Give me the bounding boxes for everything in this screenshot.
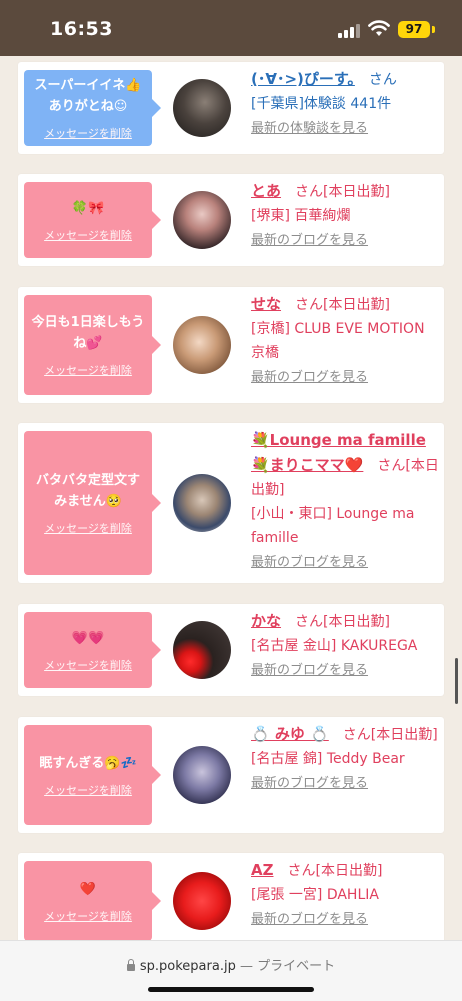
latest-post-link[interactable]: 最新のブログを見る bbox=[251, 776, 368, 791]
profile-info: とあ さん[本日出勤] [堺東] 百華絢爛 最新のブログを見る bbox=[251, 179, 439, 253]
message-card: 🍀🎀 メッセージを削除 とあ さん[本日出勤] [堺東] 百華絢爛 最新のブログ… bbox=[18, 174, 444, 266]
message-card: スーパーイイネ👍ありがとね☺ メッセージを削除 (･∀･>)ぴーす。 さん [千… bbox=[18, 62, 444, 154]
cellular-signal-icon bbox=[338, 22, 362, 38]
status-bar: 16:53 97 bbox=[0, 0, 462, 56]
profile-name-link[interactable]: AZ bbox=[251, 861, 274, 879]
home-indicator[interactable] bbox=[148, 987, 314, 992]
private-mode-label: プライベート bbox=[257, 959, 336, 974]
battery-cap bbox=[432, 26, 435, 33]
bubble-message-text: 今日も1日楽しもうね💕 bbox=[31, 315, 145, 351]
scroll-indicator[interactable] bbox=[455, 658, 458, 704]
browser-address-bar[interactable]: sp.pokepara.jp — プライベート bbox=[0, 940, 462, 1001]
profile-status-text: さん[本日出勤] bbox=[328, 727, 438, 743]
delete-message-link[interactable]: メッセージを削除 bbox=[44, 362, 132, 378]
profile-info: AZ さん[本日出勤] [尾張 一宮] DAHLIA 最新のブログを見る bbox=[251, 858, 439, 932]
battery-indicator: 97 bbox=[398, 21, 430, 38]
message-bubble: ❤️ メッセージを削除 bbox=[24, 861, 161, 940]
profile-info: (･∀･>)ぴーす。 さん [千葉県]体験談 441件 最新の体験談を見る bbox=[251, 67, 439, 141]
profile-info: 💐Lounge ma famille💐まりこママ❤️ さん[本日出勤] [小山・… bbox=[251, 428, 439, 575]
delete-message-link[interactable]: メッセージを削除 bbox=[44, 908, 132, 924]
profile-status-text: さん[本日出勤] bbox=[281, 297, 390, 313]
delete-message-link[interactable]: メッセージを削除 bbox=[44, 520, 132, 536]
latest-post-link[interactable]: 最新のブログを見る bbox=[251, 912, 368, 927]
profile-status-text: さん[本日出勤] bbox=[281, 184, 390, 200]
profile-name-link[interactable]: (･∀･>)ぴーす。 bbox=[251, 70, 355, 88]
profile-name-link[interactable]: 💍 みゆ 💍 bbox=[251, 725, 329, 743]
shop-info[interactable]: [名古屋 錦] Teddy Bear bbox=[251, 751, 405, 767]
shop-info[interactable]: [堺東] 百華絢爛 bbox=[251, 208, 350, 224]
avatar[interactable] bbox=[173, 79, 231, 137]
bubble-message-text: バタバタ定型文すみません🥺 bbox=[35, 473, 140, 509]
lock-icon bbox=[126, 959, 135, 971]
shop-info[interactable]: [千葉県]体験談 441件 bbox=[251, 96, 391, 112]
message-card: 今日も1日楽しもうね💕 メッセージを削除 せな さん[本日出勤] [京橋] CL… bbox=[18, 287, 444, 403]
wifi-icon bbox=[368, 20, 390, 36]
delete-message-link[interactable]: メッセージを削除 bbox=[44, 227, 132, 243]
bubble-message-text: スーパーイイネ👍ありがとね☺ bbox=[34, 78, 142, 114]
bubble-message-text: 眠すんぎる🥱💤 bbox=[39, 755, 137, 771]
delete-message-link[interactable]: メッセージを削除 bbox=[44, 657, 132, 673]
latest-post-link[interactable]: 最新のブログを見る bbox=[251, 663, 368, 678]
message-card: 眠すんぎる🥱💤 メッセージを削除 💍 みゆ 💍 さん[本日出勤] [名古屋 錦]… bbox=[18, 717, 444, 833]
avatar[interactable] bbox=[173, 872, 231, 930]
profile-name-link[interactable]: せな bbox=[251, 295, 281, 313]
delete-message-link[interactable]: メッセージを削除 bbox=[44, 782, 132, 798]
bubble-message-text: ❤️ bbox=[79, 881, 97, 897]
shop-info[interactable]: [京橋] CLUB EVE MOTION 京橋 bbox=[251, 321, 425, 361]
avatar[interactable] bbox=[173, 746, 231, 804]
message-bubble: バタバタ定型文すみません🥺 メッセージを削除 bbox=[24, 431, 161, 575]
latest-post-link[interactable]: 最新のブログを見る bbox=[251, 233, 368, 248]
shop-info[interactable]: [尾張 一宮] DAHLIA bbox=[251, 887, 379, 903]
profile-status-text: さん[本日出勤] bbox=[273, 863, 383, 879]
profile-status-text: さん[本日出勤] bbox=[281, 614, 390, 630]
avatar[interactable] bbox=[173, 621, 231, 679]
url-display[interactable]: sp.pokepara.jp — プライベート bbox=[0, 955, 462, 974]
latest-post-link[interactable]: 最新の体験談を見る bbox=[251, 121, 368, 136]
message-bubble: 眠すんぎる🥱💤 メッセージを削除 bbox=[24, 725, 161, 825]
avatar[interactable] bbox=[173, 191, 231, 249]
message-bubble: 💗💗 メッセージを削除 bbox=[24, 612, 161, 688]
shop-info[interactable]: [名古屋 金山] KAKUREGA bbox=[251, 638, 417, 654]
message-card: バタバタ定型文すみません🥺 メッセージを削除 💐Lounge ma famill… bbox=[18, 423, 444, 583]
bubble-message-text: 💗💗 bbox=[71, 630, 105, 646]
profile-status-text: さん bbox=[354, 72, 397, 88]
avatar[interactable] bbox=[173, 316, 231, 374]
bubble-message-text: 🍀🎀 bbox=[71, 200, 105, 216]
url-separator: — bbox=[235, 959, 258, 974]
latest-post-link[interactable]: 最新のブログを見る bbox=[251, 555, 368, 570]
status-time: 16:53 bbox=[50, 18, 113, 40]
profile-name-link[interactable]: とあ bbox=[251, 182, 281, 200]
profile-info: せな さん[本日出勤] [京橋] CLUB EVE MOTION 京橋 最新のブ… bbox=[251, 292, 439, 390]
message-card: 💗💗 メッセージを削除 かな さん[本日出勤] [名古屋 金山] KAKUREG… bbox=[18, 604, 444, 696]
avatar[interactable] bbox=[173, 474, 231, 532]
message-bubble: スーパーイイネ👍ありがとね☺ メッセージを削除 bbox=[24, 70, 161, 146]
profile-name-link[interactable]: かな bbox=[251, 612, 281, 630]
shop-info[interactable]: [小山・東口] Lounge ma famille bbox=[251, 506, 414, 546]
url-domain: sp.pokepara.jp bbox=[139, 959, 236, 974]
message-card: ❤️ メッセージを削除 AZ さん[本日出勤] [尾張 一宮] DAHLIA 最… bbox=[18, 853, 444, 940]
profile-info: 💍 みゆ 💍 さん[本日出勤] [名古屋 錦] Teddy Bear 最新のブロ… bbox=[251, 722, 439, 796]
latest-post-link[interactable]: 最新のブログを見る bbox=[251, 370, 368, 385]
profile-info: かな さん[本日出勤] [名古屋 金山] KAKUREGA 最新のブログを見る bbox=[251, 609, 439, 683]
delete-message-link[interactable]: メッセージを削除 bbox=[44, 125, 132, 141]
message-bubble: 🍀🎀 メッセージを削除 bbox=[24, 182, 161, 258]
message-bubble: 今日も1日楽しもうね💕 メッセージを削除 bbox=[24, 295, 161, 395]
message-feed[interactable]: スーパーイイネ👍ありがとね☺ メッセージを削除 (･∀･>)ぴーす。 さん [千… bbox=[0, 56, 462, 940]
